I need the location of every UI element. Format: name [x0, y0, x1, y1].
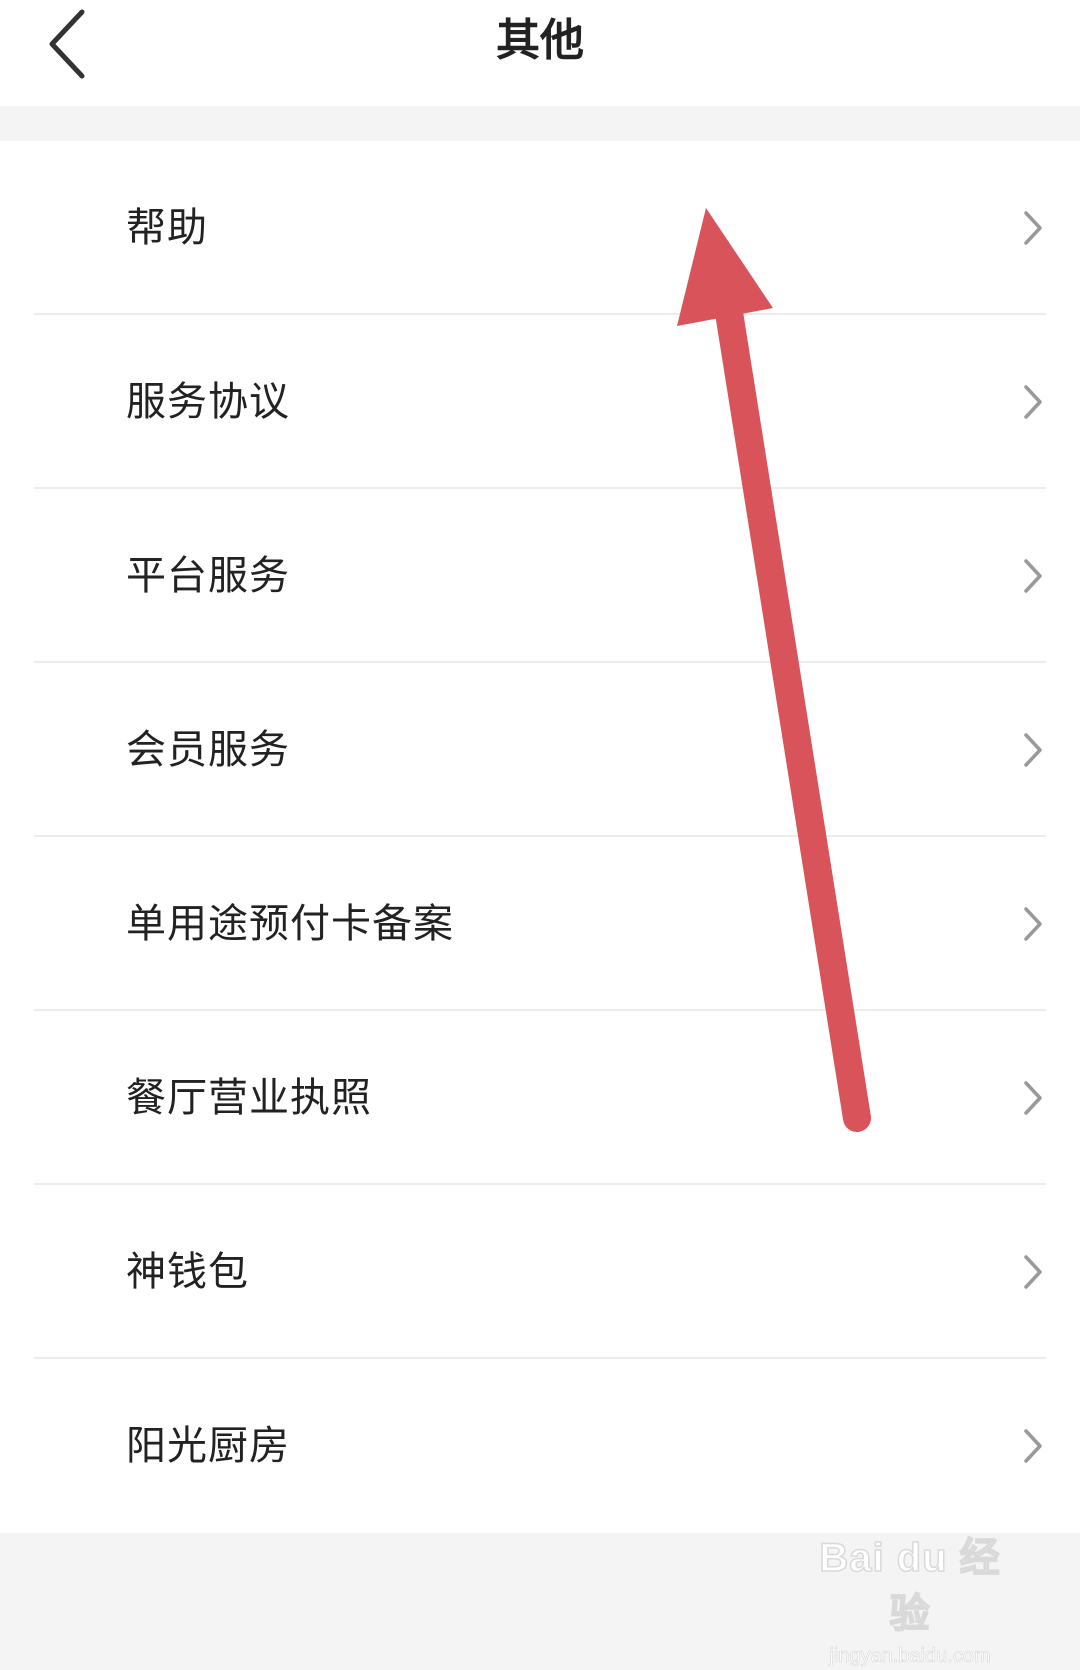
menu-item-label: 服务协议 — [126, 379, 290, 425]
menu-item-prepaid-card-filing[interactable]: 单用途预付卡备案 — [0, 837, 1080, 1011]
menu-item-label: 阳光厨房 — [126, 1423, 290, 1469]
menu-item-label: 单用途预付卡备案 — [126, 901, 454, 947]
chevron-right-icon — [1024, 1255, 1042, 1289]
watermark-logo: Bai du 经验 — [819, 1535, 1001, 1637]
watermark: Bai du 经验 jingyan.baidu.com — [800, 1530, 1020, 1667]
menu-item-member-service[interactable]: 会员服务 — [0, 663, 1080, 837]
menu-item-sunshine-kitchen[interactable]: 阳光厨房 — [0, 1359, 1080, 1533]
chevron-right-icon — [1024, 907, 1042, 941]
menu-item-help[interactable]: 帮助 — [0, 141, 1080, 315]
page-title: 其他 — [496, 15, 584, 66]
chevron-right-icon — [1024, 385, 1042, 419]
chevron-right-icon — [1024, 1429, 1042, 1463]
menu-item-business-license[interactable]: 餐厅营业执照 — [0, 1011, 1080, 1185]
chevron-right-icon — [1024, 1081, 1042, 1115]
app-header: 其他 — [0, 0, 1080, 106]
watermark-url: jingyan.baidu.com — [829, 1645, 991, 1668]
menu-item-wallet[interactable]: 神钱包 — [0, 1185, 1080, 1359]
menu-item-label: 平台服务 — [126, 553, 290, 599]
menu-item-service-agreement[interactable]: 服务协议 — [0, 315, 1080, 489]
menu-item-label: 帮助 — [126, 205, 208, 251]
menu-item-platform-service[interactable]: 平台服务 — [0, 489, 1080, 663]
menu-item-label: 会员服务 — [126, 727, 290, 773]
menu-item-label: 神钱包 — [126, 1249, 249, 1295]
chevron-right-icon — [1024, 733, 1042, 767]
chevron-right-icon — [1024, 559, 1042, 593]
menu-list: 帮助 服务协议 平台服务 会员服务 单用途预付卡备案 餐厅营业执照 神钱包 阳光… — [0, 141, 1080, 1533]
menu-item-label: 餐厅营业执照 — [126, 1075, 372, 1121]
chevron-right-icon — [1024, 211, 1042, 245]
